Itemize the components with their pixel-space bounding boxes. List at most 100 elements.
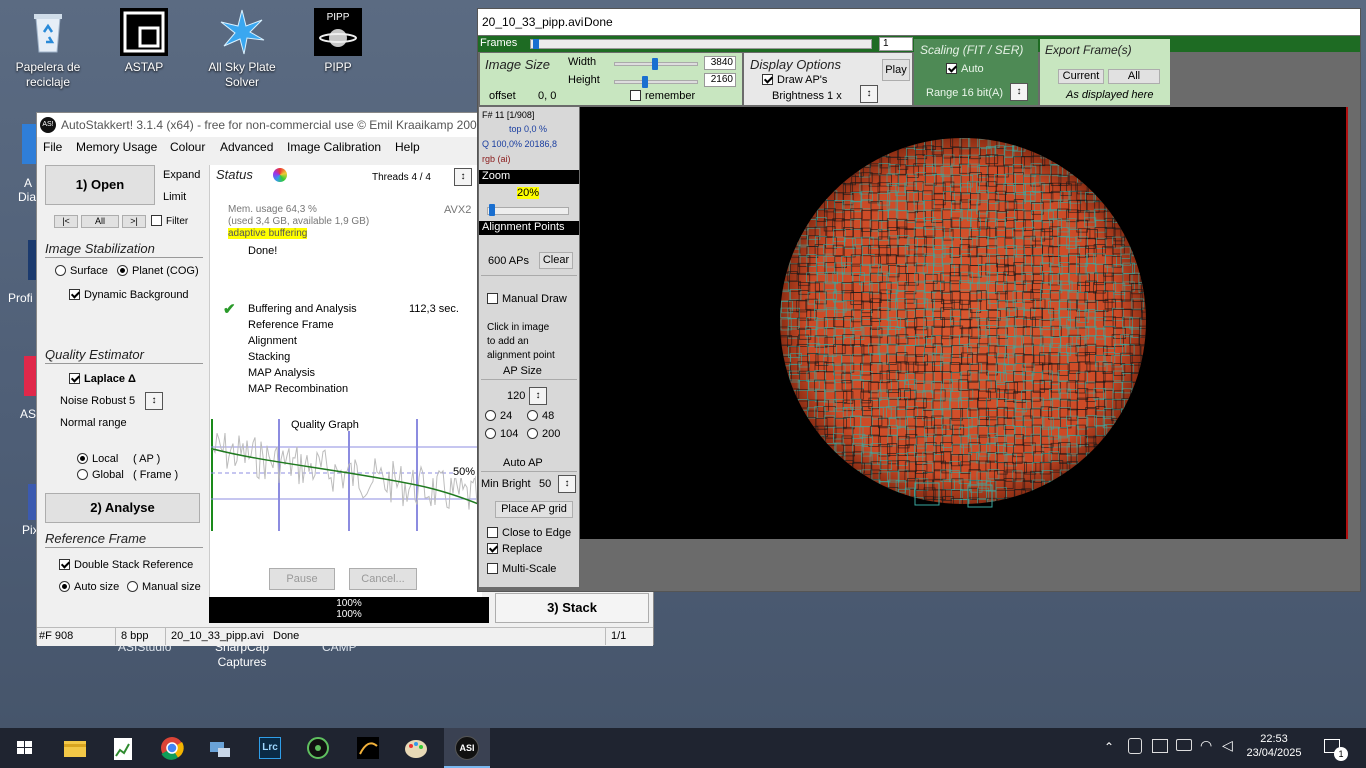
menu-help[interactable]: Help [395, 140, 420, 154]
replace-checkbox[interactable]: Replace [487, 543, 542, 555]
auto-size-radio[interactable]: Auto size [59, 581, 119, 593]
frames-slider-thumb[interactable] [533, 39, 539, 49]
scaling-range-spinner[interactable]: ↕ [1010, 83, 1028, 101]
info-top: top 0,0 % [509, 124, 548, 134]
ap-box [1131, 244, 1143, 257]
filter-checkbox[interactable]: Filter [151, 215, 188, 227]
desktop-icon-astap[interactable]: ASTAP [96, 8, 192, 75]
ap-size-48-radio[interactable]: 48 [527, 410, 554, 422]
partial-desktop-icon[interactable] [22, 124, 36, 164]
export-all-button[interactable]: All [1108, 69, 1160, 84]
battery-icon[interactable] [1176, 739, 1192, 751]
zoom-slider-thumb[interactable] [489, 204, 495, 216]
ap-box [787, 397, 798, 409]
threads-spinner[interactable]: ↕ [454, 168, 472, 186]
ap-size-200-radio[interactable]: 200 [527, 428, 560, 440]
menu-advanced[interactable]: Advanced [220, 140, 273, 154]
zoom-slider[interactable] [487, 207, 569, 215]
lightroom-icon[interactable]: Lrc [250, 732, 290, 764]
hint-line3: alignment point [487, 350, 555, 361]
analyse-button[interactable]: 2) Analyse [45, 493, 200, 523]
local-radio[interactable]: Local [77, 453, 118, 465]
nav-all-button[interactable]: All [81, 215, 119, 228]
export-note: As displayed here [1066, 89, 1154, 101]
network-app-icon[interactable] [200, 732, 240, 764]
ap-size-104-radio[interactable]: 104 [485, 428, 518, 440]
brightness-spinner[interactable]: ↕ [860, 85, 878, 103]
mem-usage: Mem. usage 64,3 % [228, 204, 317, 215]
ap-size-spinner[interactable]: ↕ [529, 387, 547, 405]
ap-size-24-radio[interactable]: 24 [485, 410, 512, 422]
viewer-title-file: 20_10_33_pipp.avi [482, 15, 584, 29]
pause-button[interactable]: Pause [269, 568, 335, 590]
width-input[interactable]: 3840 [704, 56, 736, 70]
height-input[interactable]: 2160 [704, 73, 736, 87]
manual-size-radio[interactable]: Manual size [127, 581, 201, 593]
noise-robust-spinner[interactable]: ↕ [145, 392, 163, 410]
hint-line1: Click in image [487, 322, 550, 333]
file-explorer-icon[interactable] [54, 732, 94, 764]
menu-file[interactable]: File [43, 140, 62, 154]
reference-frame-header: Reference Frame [45, 531, 147, 546]
asi-icon[interactable]: ASI [444, 728, 490, 768]
limit-label[interactable]: Limit [163, 191, 186, 203]
tray-security-icon[interactable] [1152, 739, 1168, 753]
open-button[interactable]: 1) Open [45, 165, 155, 205]
frame-number-input[interactable]: 1 [879, 37, 913, 51]
viewer-titlebar[interactable]: 20_10_33_pipp.avi Done [478, 9, 1360, 35]
chrome-icon[interactable] [152, 732, 192, 764]
cancel-button[interactable]: Cancel... [349, 568, 417, 590]
frames-slider[interactable] [530, 39, 872, 49]
frame-image-canvas[interactable] [580, 107, 1348, 539]
partial-desktop-icon-3[interactable] [24, 356, 36, 396]
windows-start-icon[interactable] [4, 732, 44, 764]
double-stack-checkbox[interactable]: Double Stack Reference [59, 559, 193, 571]
desktop-icon-all-sky[interactable]: All Sky Plate Solver [194, 8, 290, 90]
ap-box [1067, 470, 1080, 482]
nav-last-button[interactable]: >| [122, 215, 146, 228]
volume-icon[interactable]: ◁ [1222, 737, 1233, 754]
scaling-auto-checkbox[interactable]: Auto [946, 63, 984, 75]
taskbar-app-icon[interactable] [102, 732, 142, 764]
paint-icon[interactable] [396, 732, 436, 764]
stack-button[interactable]: 3) Stack [495, 593, 649, 623]
clear-aps-button[interactable]: Clear [539, 252, 573, 269]
expand-label[interactable]: Expand [163, 169, 200, 181]
desktop-icon-pipp[interactable]: PIPP PIPP [290, 8, 386, 75]
height-slider[interactable] [614, 80, 698, 84]
width-slider-thumb[interactable] [652, 58, 658, 70]
height-slider-thumb[interactable] [642, 76, 648, 88]
export-current-button[interactable]: Current [1058, 69, 1104, 84]
chevron-up-icon[interactable]: ⌃ [1104, 740, 1114, 754]
close-to-edge-checkbox[interactable]: Close to Edge [487, 527, 571, 539]
remember-checkbox[interactable]: remember [630, 90, 695, 102]
menu-memory-usage[interactable]: Memory Usage [76, 140, 157, 154]
nav-first-button[interactable]: |< [54, 215, 78, 228]
clock[interactable]: 22:53 23/04/2025 [1244, 733, 1304, 759]
astro-app-icon[interactable] [348, 732, 388, 764]
dynamic-background-checkbox[interactable]: Dynamic Background [69, 289, 189, 301]
min-bright-spinner[interactable]: ↕ [558, 475, 576, 493]
place-ap-grid-button[interactable]: Place AP grid [495, 501, 573, 518]
desktop-icon-recycle-bin[interactable]: Papelera de reciclaje [0, 8, 96, 90]
zoom-value: 20% [517, 187, 540, 199]
play-button[interactable]: Play [882, 59, 910, 81]
wifi-icon[interactable]: ◠ [1200, 737, 1212, 754]
threads-label: Threads 4 / 4 [372, 172, 431, 183]
divider [481, 471, 577, 472]
surface-radio[interactable]: Surface [55, 265, 108, 277]
planet-radio[interactable]: Planet (COG) [117, 265, 199, 277]
draw-aps-checkbox[interactable]: Draw AP's [762, 74, 827, 86]
tray-device-icon[interactable] [1128, 738, 1142, 754]
manual-draw-checkbox[interactable]: Manual Draw [487, 293, 567, 305]
multi-scale-checkbox[interactable]: Multi-Scale [487, 563, 556, 575]
laplace-checkbox[interactable]: Laplace Δ [69, 373, 136, 385]
status-bar: #F 908 8 bpp 20_10_33_pipp.avi Done 1/1 [37, 627, 653, 646]
sharpcap-icon[interactable] [298, 732, 338, 764]
notification-count: 1 [1334, 747, 1348, 761]
ap-box [1113, 426, 1125, 439]
global-radio[interactable]: Global [77, 469, 124, 481]
menu-colour[interactable]: Colour [170, 140, 205, 154]
mem-detail: (used 3,4 GB, available 1,9 GB) [228, 216, 370, 227]
menu-image-calibration[interactable]: Image Calibration [287, 140, 381, 154]
